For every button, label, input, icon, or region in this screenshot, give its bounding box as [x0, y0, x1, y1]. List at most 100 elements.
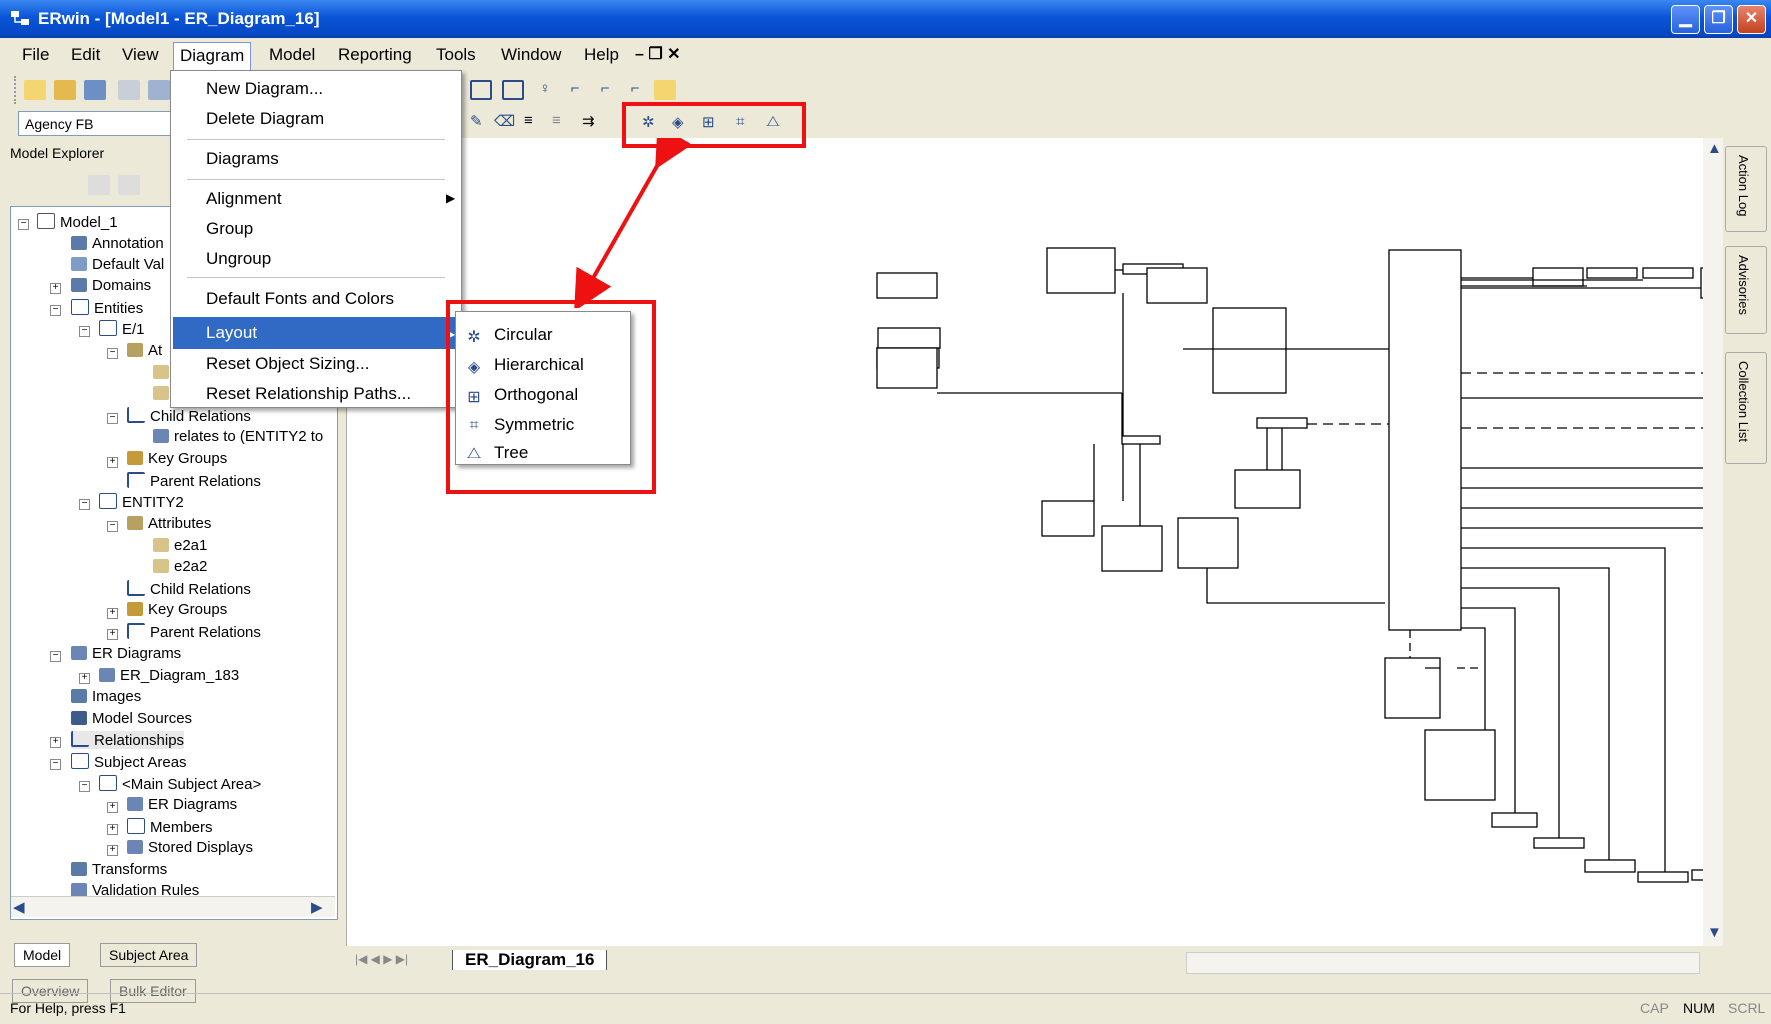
explorer-tool2-icon[interactable] — [118, 175, 140, 195]
menu-item-delete-diagram[interactable]: Delete Diagram — [206, 109, 324, 129]
note-tool-icon[interactable] — [654, 80, 676, 100]
collapse-toggle[interactable]: − — [50, 759, 61, 770]
expand-toggle[interactable]: + — [107, 802, 118, 813]
tree-node[interactable]: Child Relations — [127, 580, 251, 598]
scroll-left-icon[interactable]: ◀ — [13, 898, 25, 916]
restore-icon[interactable]: ❐ — [1704, 5, 1733, 34]
tree-node[interactable]: Parent Relations — [127, 623, 261, 641]
line-weight-icon[interactable]: ≡ — [524, 112, 546, 132]
mdi-controls[interactable]: – ❐ ✕ — [635, 44, 681, 64]
tree-node[interactable]: Domains — [71, 277, 151, 294]
relationship2-tool-icon[interactable]: ⌐ — [594, 80, 616, 100]
tab-action-log[interactable]: Action Log — [1725, 146, 1767, 232]
print-icon[interactable] — [118, 80, 140, 100]
tree-node[interactable]: At — [127, 342, 162, 359]
tab-subject-area[interactable]: Subject Area — [100, 943, 198, 967]
collapse-toggle[interactable]: − — [50, 305, 61, 316]
line-style-icon[interactable]: ≡ — [552, 112, 574, 132]
collapse-toggle[interactable]: − — [18, 219, 29, 230]
menu-reporting[interactable]: Reporting — [332, 44, 418, 66]
menu-item-reset-sizing[interactable]: Reset Object Sizing... — [206, 354, 369, 374]
menu-item-group[interactable]: Group — [206, 219, 253, 239]
line-align-icon[interactable]: ⇉ — [582, 112, 604, 132]
menu-item-reset-paths[interactable]: Reset Relationship Paths... — [206, 384, 411, 404]
expand-toggle[interactable]: + — [107, 824, 118, 835]
scroll-down-icon[interactable]: ▼ — [1707, 924, 1722, 941]
tree-node[interactable]: e2a1 — [153, 537, 207, 554]
menu-item-ungroup[interactable]: Ungroup — [206, 249, 271, 269]
menu-tools[interactable]: Tools — [430, 44, 482, 66]
tree-node[interactable]: Annotation — [71, 235, 164, 252]
menu-view[interactable]: View — [116, 44, 165, 66]
new-file-icon[interactable] — [24, 80, 46, 100]
pen-icon[interactable]: ✎ — [470, 112, 492, 132]
menu-item-new-diagram[interactable]: New Diagram... — [206, 79, 323, 99]
tree-node[interactable]: e2a2 — [153, 558, 207, 575]
tree-node[interactable]: Model Sources — [71, 710, 192, 727]
tree-node[interactable]: Model_1 — [37, 213, 118, 231]
expand-toggle[interactable]: + — [107, 845, 118, 856]
collapse-toggle[interactable]: − — [107, 413, 118, 424]
tab-er-diagram[interactable]: ER_Diagram_16 — [452, 950, 608, 970]
collapse-toggle[interactable]: − — [79, 781, 90, 792]
expand-toggle[interactable]: + — [50, 737, 61, 748]
menu-diagram[interactable]: Diagram — [173, 42, 252, 70]
diagram-canvas[interactable] — [346, 138, 1771, 946]
menu-file[interactable]: File — [16, 44, 55, 66]
expand-toggle[interactable]: + — [107, 629, 118, 640]
menu-window[interactable]: Window — [495, 44, 567, 66]
tree-node[interactable]: Key Groups — [127, 601, 227, 618]
category-tool-icon[interactable]: ♀ — [534, 80, 556, 100]
collapse-toggle[interactable]: − — [79, 326, 90, 337]
tree-node[interactable]: Attributes — [127, 515, 211, 532]
menu-item-diagrams[interactable]: Diagrams — [206, 149, 279, 169]
entity-tool-icon[interactable] — [502, 80, 524, 100]
relationship-tool-icon[interactable]: ⌐ — [564, 80, 586, 100]
explorer-hscrollbar[interactable]: ◀ ▶ — [11, 896, 335, 917]
scroll-right-icon[interactable]: ▶ — [311, 898, 323, 916]
expand-toggle[interactable]: + — [50, 283, 61, 294]
tree-node[interactable]: Relationships — [71, 731, 185, 749]
canvas-vscrollbar[interactable]: ▲ ▼ — [1703, 138, 1723, 946]
preview-icon[interactable] — [148, 80, 170, 100]
tree-node[interactable]: Default Val — [71, 256, 164, 273]
tree-node[interactable]: Entities — [71, 299, 143, 317]
tree-node[interactable]: ER Diagrams — [71, 645, 181, 662]
tree-node[interactable]: ER Diagrams — [127, 796, 237, 813]
expand-toggle[interactable]: + — [79, 673, 90, 684]
tree-node[interactable]: ER_Diagram_183 — [99, 667, 239, 684]
save-icon[interactable] — [84, 80, 106, 100]
tree-node[interactable]: E/1 — [99, 320, 145, 338]
menu-item-layout[interactable]: Layout — [206, 323, 257, 343]
relationship3-tool-icon[interactable]: ⌐ — [624, 80, 646, 100]
menu-help[interactable]: Help — [578, 44, 625, 66]
tree-node[interactable]: Transforms — [71, 861, 167, 878]
tree-node[interactable]: Subject Areas — [71, 753, 187, 771]
collapse-toggle[interactable]: − — [50, 651, 61, 662]
expand-toggle[interactable]: + — [107, 457, 118, 468]
tab-collection-list[interactable]: Collection List — [1725, 352, 1767, 464]
select-tool-icon[interactable] — [470, 80, 492, 100]
scroll-up-icon[interactable]: ▲ — [1707, 140, 1722, 157]
eraser-icon[interactable]: ⌫ — [494, 112, 516, 132]
menu-item-default-fonts[interactable]: Default Fonts and Colors — [206, 289, 394, 309]
tree-node[interactable]: ENTITY2 — [99, 493, 184, 511]
menu-item-alignment[interactable]: Alignment — [206, 189, 282, 209]
menu-model[interactable]: Model — [263, 44, 321, 66]
tree-node[interactable]: Images — [71, 688, 141, 705]
font-name-select[interactable]: Agency FB — [18, 111, 172, 136]
minimize-icon[interactable]: ▁ — [1671, 5, 1700, 34]
tree-node[interactable]: Key Groups — [127, 450, 227, 467]
tree-node[interactable]: Parent Relations — [127, 472, 261, 490]
explorer-tool-icon[interactable] — [88, 175, 110, 195]
collapse-toggle[interactable]: − — [107, 521, 118, 532]
tree-node[interactable]: Stored Displays — [127, 839, 253, 856]
tree-node[interactable]: Child Relations — [127, 407, 251, 425]
tab-model[interactable]: Model — [14, 943, 71, 967]
tree-node[interactable]: relates to (ENTITY2 to — [153, 428, 323, 445]
tree-node[interactable]: Members — [127, 818, 213, 836]
collapse-toggle[interactable]: − — [107, 348, 118, 359]
collapse-toggle[interactable]: − — [79, 499, 90, 510]
tab-advisories[interactable]: Advisories — [1725, 246, 1767, 334]
expand-toggle[interactable]: + — [107, 608, 118, 619]
